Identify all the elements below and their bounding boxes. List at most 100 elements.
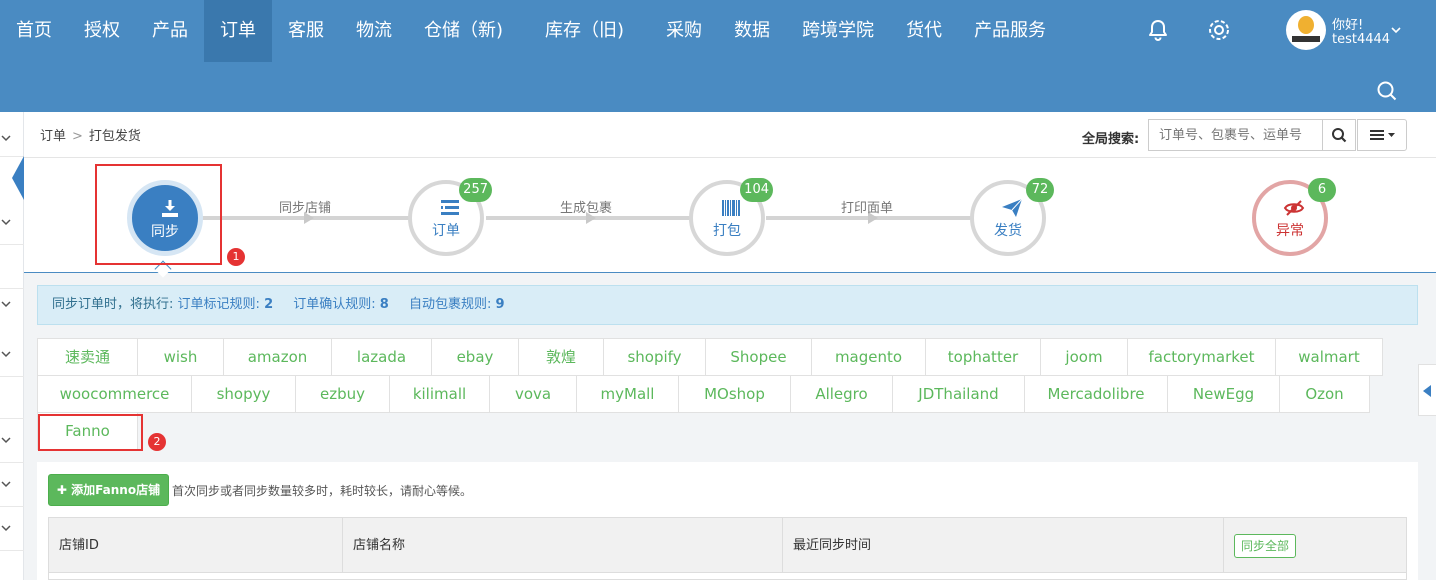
sync-all-button[interactable]: 同步全部 [1234, 534, 1297, 558]
nav-academy[interactable]: 跨境学院 [786, 0, 890, 62]
chevron-left-icon [1423, 385, 1431, 397]
search-type-dropdown[interactable] [1357, 119, 1407, 151]
bell-icon[interactable] [1146, 18, 1172, 44]
column-actions: 同步全部 [1224, 518, 1408, 573]
nav-product-service[interactable]: 产品服务 [958, 0, 1062, 62]
column-last-sync-time: 最近同步时间 [783, 518, 1224, 573]
avatar[interactable] [1286, 10, 1326, 50]
nav-logistics[interactable]: 物流 [340, 0, 408, 62]
step-orders[interactable]: 订单 257 [408, 178, 492, 256]
nav-forwarder[interactable]: 货代 [890, 0, 958, 62]
rule-order-mark-value[interactable]: 2 [264, 297, 273, 312]
platform-tab-wish[interactable]: wish [137, 338, 224, 376]
chevron-down-icon[interactable] [1390, 24, 1402, 36]
chevron-down-icon[interactable] [0, 132, 12, 144]
platform-tab-dhgate[interactable]: 敦煌 [518, 338, 604, 376]
platform-tab-newegg[interactable]: NewEgg [1167, 375, 1280, 413]
store-table: 店铺ID 店铺名称 最近同步时间 同步全部 [48, 517, 1407, 580]
user-name[interactable]: test4444 [1332, 32, 1390, 47]
sidebar-divider [0, 244, 24, 245]
chevron-down-icon[interactable] [0, 298, 12, 310]
add-store-button[interactable]: ✚ 添加Fanno店铺 [48, 474, 169, 506]
platform-tab-vova[interactable]: vova [489, 375, 577, 413]
column-store-id: 店铺ID [49, 518, 343, 573]
platform-tab-shopyy[interactable]: shopyy [191, 375, 296, 413]
global-search-input[interactable] [1148, 119, 1322, 151]
sidebar-divider [0, 288, 24, 289]
right-panel-toggle[interactable] [1418, 364, 1436, 416]
send-icon [1001, 198, 1023, 218]
nav-authorization[interactable]: 授权 [68, 0, 136, 62]
platform-tab-factorymarket[interactable]: factorymarket [1127, 338, 1276, 376]
nav-customer-service[interactable]: 客服 [272, 0, 340, 62]
breadcrumb-current: 打包发货 [88, 129, 141, 144]
breadcrumb-separator: > [72, 129, 83, 144]
platform-tab-magento[interactable]: magento [811, 338, 926, 376]
exception-count-badge: 6 [1308, 178, 1336, 202]
annotation-number-1: 1 [227, 248, 245, 266]
platform-tab-amazon[interactable]: amazon [223, 338, 332, 376]
platform-tab-allegro[interactable]: Allegro [790, 375, 893, 413]
table-header: 店铺ID 店铺名称 最近同步时间 同步全部 [49, 518, 1406, 573]
platform-tab-kilimall[interactable]: kilimall [389, 375, 490, 413]
nav-warehouse-new[interactable]: 仓储（新) [408, 0, 519, 62]
platform-tab-ezbuy[interactable]: ezbuy [295, 375, 390, 413]
chevron-down-icon[interactable] [0, 478, 12, 490]
step-ship-label: 发货 [994, 223, 1022, 239]
nav-data[interactable]: 数据 [718, 0, 786, 62]
global-search-button[interactable] [1322, 119, 1356, 151]
flow-label-print-label: 打印面单 [841, 201, 894, 216]
platform-tab-moshop[interactable]: MOshop [678, 375, 791, 413]
step-ship[interactable]: 发货 72 [970, 178, 1054, 256]
nav-home[interactable]: 首页 [0, 0, 68, 62]
chevron-down-icon[interactable] [0, 522, 12, 534]
platform-tab-shopee[interactable]: Shopee [705, 338, 812, 376]
rule-order-confirm-value[interactable]: 8 [380, 297, 389, 312]
chevron-down-icon[interactable] [0, 434, 12, 446]
ship-count-badge: 72 [1026, 178, 1054, 202]
platform-tab-shopify[interactable]: shopify [603, 338, 706, 376]
eye-slash-icon [1283, 198, 1305, 218]
plus-icon: ✚ [56, 483, 72, 497]
pack-count-badge: 104 [740, 178, 773, 202]
annotation-highlight-sync [95, 164, 222, 265]
annotation-number-2: 2 [148, 433, 166, 451]
step-pack[interactable]: 打包 104 [689, 178, 773, 256]
add-store-label: 添加Fanno店铺 [71, 483, 161, 497]
platform-tab-mymall[interactable]: myMall [576, 375, 679, 413]
platform-tab-ozon[interactable]: Ozon [1279, 375, 1370, 413]
step-pack-label: 打包 [713, 223, 741, 239]
step-exception[interactable]: 异常 6 [1252, 178, 1336, 256]
annotation-highlight-fanno [38, 414, 143, 451]
platform-tab-joom[interactable]: joom [1040, 338, 1128, 376]
rule-auto-package-value[interactable]: 9 [496, 297, 505, 312]
sync-hint: 首次同步或者同步数量较多时，耗时较长，请耐心等候。 [172, 484, 473, 498]
main-nav: 首页 授权 产品 订单 客服 物流 仓储（新) 库存（旧) 采购 数据 跨境学院… [0, 0, 1062, 62]
platform-tab-walmart[interactable]: walmart [1275, 338, 1383, 376]
nav-products[interactable]: 产品 [136, 0, 204, 62]
nav-orders[interactable]: 订单 [204, 0, 272, 62]
breadcrumb-bar: 订单 > 打包发货 全局搜索: [24, 112, 1436, 158]
nav-inventory-old[interactable]: 库存（旧) [519, 0, 650, 62]
platform-tab-ebay[interactable]: ebay [431, 338, 519, 376]
rule-order-confirm-label[interactable]: 订单确认规则: [293, 297, 375, 312]
column-store-name: 店铺名称 [343, 518, 783, 573]
breadcrumb-parent[interactable]: 订单 [40, 129, 66, 144]
sidebar-divider [0, 376, 24, 377]
nav-purchase[interactable]: 采购 [650, 0, 718, 62]
platform-tab-tophatter[interactable]: tophatter [925, 338, 1041, 376]
info-prefix: 同步订单时，将执行: [52, 297, 174, 312]
rule-auto-package-label[interactable]: 自动包裹规则: [409, 297, 491, 312]
platform-tab-jdthailand[interactable]: JDThailand [892, 375, 1025, 413]
chevron-down-icon[interactable] [0, 216, 12, 228]
list-icon [439, 198, 461, 218]
sidebar-divider [0, 418, 24, 419]
search-icon[interactable] [1376, 80, 1398, 102]
platform-tab-lazada[interactable]: lazada [331, 338, 432, 376]
gear-icon[interactable] [1207, 18, 1233, 44]
chevron-down-icon[interactable] [0, 348, 12, 360]
rule-order-mark-label[interactable]: 订单标记规则: [178, 297, 260, 312]
platform-tab-woocommerce[interactable]: woocommerce [37, 375, 192, 413]
platform-tab-aliexpress[interactable]: 速卖通 [37, 338, 138, 376]
platform-tab-mercadolibre[interactable]: Mercadolibre [1024, 375, 1168, 413]
